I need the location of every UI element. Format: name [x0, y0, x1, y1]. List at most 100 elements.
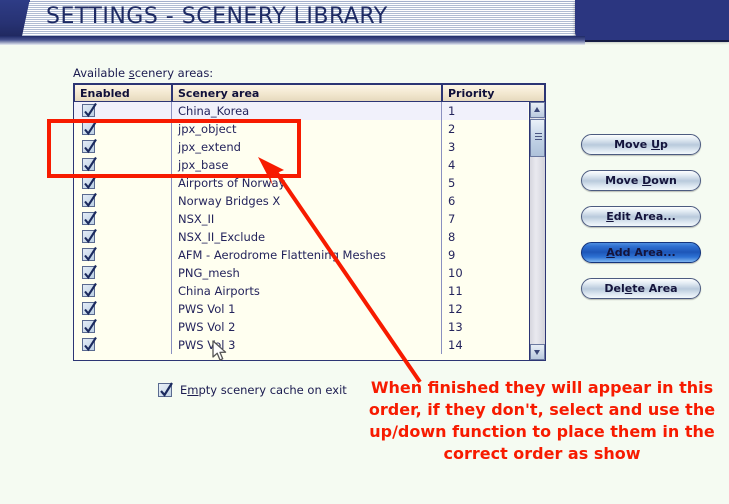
btn-accel: E	[606, 210, 614, 223]
table-row[interactable]: PNG_mesh 10	[74, 264, 528, 282]
cell-enabled[interactable]	[74, 264, 172, 282]
row-enabled-checkbox[interactable]	[82, 138, 97, 154]
cell-enabled[interactable]	[74, 336, 172, 354]
cell-scenery-area-name: jpx_extend	[172, 138, 442, 156]
edit-area-button[interactable]: Edit Area...	[581, 206, 701, 227]
cell-priority: 11	[448, 284, 463, 298]
page-title: SETTINGS - SCENERY LIBRARY	[46, 4, 388, 29]
table-row[interactable]: NSX_II_Exclude 8	[74, 228, 528, 246]
scrollbar-thumb[interactable]	[530, 119, 545, 157]
cell-scenery-area-name: AFM - Aerodrome Flattening Meshes	[172, 246, 442, 264]
cell-priority: 13	[448, 320, 463, 334]
table-row[interactable]: Norway Bridges X 6	[74, 192, 528, 210]
annotation-note-text: When finished they will appear in this o…	[358, 377, 726, 465]
vertical-scrollbar[interactable]	[529, 102, 545, 360]
table-row[interactable]: PWS Vol 2 13	[74, 318, 528, 336]
scenery-areas-listbox[interactable]: Enabled Scenery area Priority China_Kore…	[73, 83, 546, 361]
checkmark-icon	[84, 156, 97, 172]
row-enabled-checkbox[interactable]	[82, 102, 97, 118]
row-enabled-checkbox[interactable]	[82, 210, 97, 226]
row-enabled-checkbox[interactable]	[82, 318, 97, 334]
row-enabled-checkbox[interactable]	[82, 120, 97, 136]
column-header-priority[interactable]: Priority	[442, 84, 545, 102]
cell-enabled[interactable]	[74, 102, 172, 120]
delete-area-button[interactable]: Delete Area	[581, 278, 701, 299]
table-row[interactable]: jpx_object 2	[74, 120, 528, 138]
checkmark-icon	[84, 246, 97, 262]
checkmark-icon	[84, 120, 97, 136]
scrollbar-down-button[interactable]	[530, 344, 545, 360]
scrollbar-up-button[interactable]	[530, 102, 545, 118]
cell-enabled[interactable]	[74, 156, 172, 174]
table-body: China_Korea 1 jpx_object 2 jpx_extend 3 jpx_ba…	[74, 102, 528, 360]
row-enabled-checkbox[interactable]	[82, 174, 97, 190]
cell-scenery-area-name: PNG_mesh	[172, 264, 442, 282]
cell-enabled[interactable]	[74, 192, 172, 210]
checkmark-icon	[84, 282, 97, 298]
table-row[interactable]: jpx_base 4	[74, 156, 528, 174]
checkmark-icon	[84, 102, 97, 118]
cell-priority: 3	[448, 140, 456, 154]
table-row[interactable]: China Airports 11	[74, 282, 528, 300]
move-down-button[interactable]: Move Down	[581, 170, 701, 191]
cell-priority: 12	[448, 302, 463, 316]
triangle-down-icon	[534, 350, 540, 355]
column-header-enabled[interactable]: Enabled	[74, 84, 172, 102]
cell-enabled[interactable]	[74, 138, 172, 156]
mouse-cursor-icon	[212, 340, 227, 361]
cell-enabled[interactable]	[74, 282, 172, 300]
row-enabled-checkbox[interactable]	[82, 228, 97, 244]
row-enabled-checkbox[interactable]	[82, 264, 97, 280]
table-row[interactable]: PWS Vol 3 14	[74, 336, 528, 354]
add-area-button[interactable]: Add Area...	[581, 242, 701, 263]
table-row[interactable]: PWS Vol 1 12	[74, 300, 528, 318]
available-scenery-areas-label: Available scenery areas:	[73, 66, 213, 80]
checkmark-icon	[84, 264, 97, 280]
cb-text-post: pty scenery cache on exit	[198, 383, 347, 397]
cell-enabled[interactable]	[74, 120, 172, 138]
btn-text-post: dd Area...	[614, 246, 676, 259]
row-enabled-checkbox[interactable]	[82, 300, 97, 316]
row-enabled-checkbox[interactable]	[82, 192, 97, 208]
cell-enabled[interactable]	[74, 174, 172, 192]
cell-priority: 9	[448, 248, 456, 262]
checkmark-icon	[84, 336, 97, 352]
row-enabled-checkbox[interactable]	[82, 246, 97, 262]
btn-accel: A	[606, 246, 615, 259]
cell-enabled[interactable]	[74, 318, 172, 336]
settings-scenery-library-window: SETTINGS - SCENERY LIBRARY Available sce…	[0, 0, 729, 504]
btn-text-pre: Del	[604, 282, 625, 295]
btn-text-post: p	[660, 138, 668, 151]
annotation-line: When finished they will appear in this	[370, 378, 714, 397]
empty-scenery-cache-option[interactable]: Empty scenery cache on exit	[158, 382, 347, 397]
label-text-post: cenery areas:	[134, 66, 214, 80]
row-enabled-checkbox[interactable]	[82, 282, 97, 298]
cb-accel: m	[187, 383, 199, 397]
checkmark-icon	[84, 228, 97, 244]
cell-priority: 14	[448, 338, 463, 352]
cell-priority: 5	[448, 176, 456, 190]
table-row[interactable]: Airports of Norway 5	[74, 174, 528, 192]
cell-priority: 4	[448, 158, 456, 172]
triangle-up-icon	[534, 107, 540, 112]
table-row[interactable]: jpx_extend 3	[74, 138, 528, 156]
move-up-button[interactable]: Move Up	[581, 134, 701, 155]
table-row[interactable]: NSX_II 7	[74, 210, 528, 228]
cell-enabled[interactable]	[74, 300, 172, 318]
checkmark-icon	[84, 210, 97, 226]
cell-enabled[interactable]	[74, 228, 172, 246]
cell-enabled[interactable]	[74, 210, 172, 228]
annotation-line: order, if they don't, select and use the	[368, 400, 716, 419]
row-enabled-checkbox[interactable]	[82, 156, 97, 172]
cell-enabled[interactable]	[74, 246, 172, 264]
table-row[interactable]: China_Korea 1	[74, 102, 528, 120]
checkmark-icon	[84, 300, 97, 316]
empty-cache-checkbox[interactable]	[158, 382, 173, 397]
column-header-scenery-area[interactable]: Scenery area	[172, 84, 442, 102]
row-enabled-checkbox[interactable]	[82, 336, 97, 352]
banner-bottom-shadow	[0, 36, 585, 45]
btn-text-pre: Move	[605, 174, 643, 187]
cell-priority: 8	[448, 230, 456, 244]
table-row[interactable]: AFM - Aerodrome Flattening Meshes 9	[74, 246, 528, 264]
annotation-line: correct order as show	[443, 444, 641, 463]
